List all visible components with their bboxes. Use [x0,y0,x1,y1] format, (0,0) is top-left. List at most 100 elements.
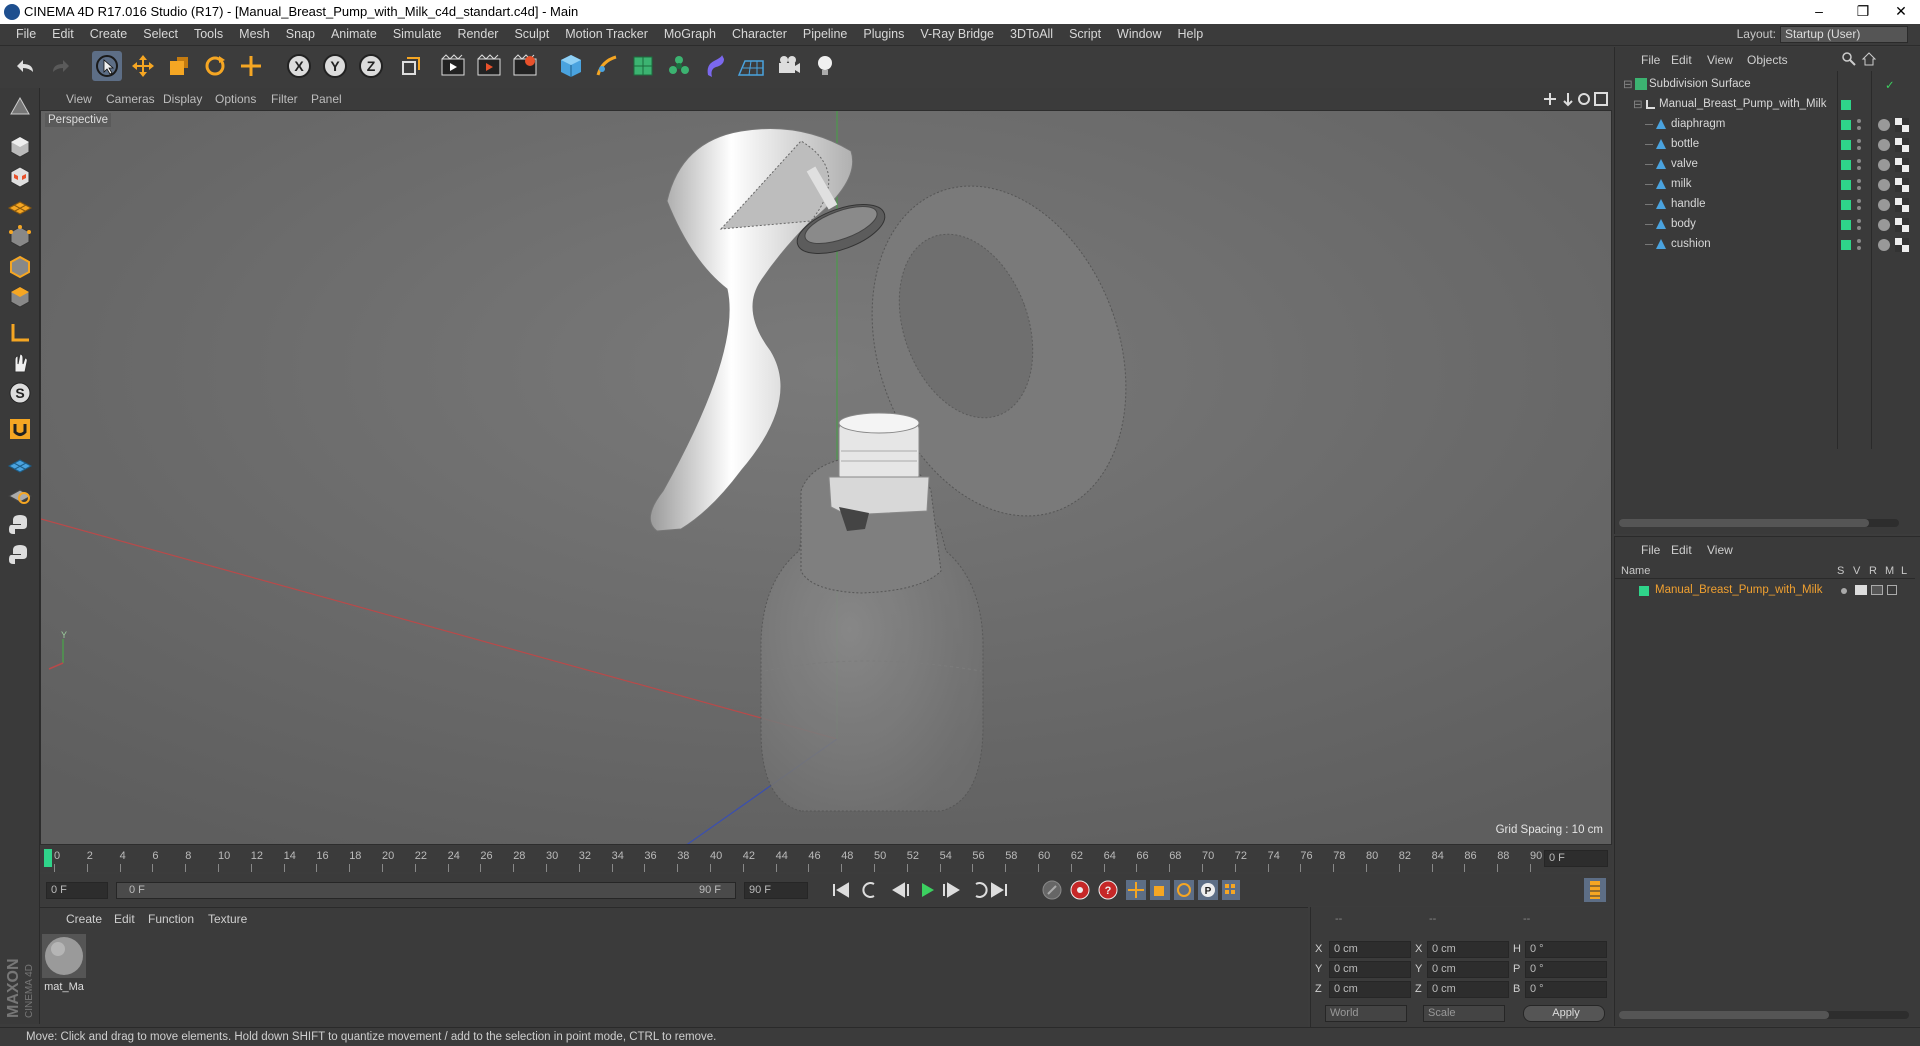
render-picture-viewer-icon[interactable] [474,51,504,81]
menu-help[interactable]: Help [1170,24,1212,41]
go-to-end-icon[interactable] [991,882,1007,898]
menu-snap[interactable]: Snap [278,24,323,41]
layer-color-icon[interactable] [1841,120,1851,130]
coord-world-dropdown[interactable]: World [1325,1005,1407,1022]
viewport-menu-options[interactable]: Options [215,92,256,106]
enabled-check-icon[interactable]: ✓ [1885,78,1895,92]
model-mode-icon[interactable] [5,132,35,162]
record-keyframe-icon[interactable] [1070,880,1090,900]
redo-icon[interactable] [46,51,76,81]
perspective-viewport[interactable]: Y Perspective Grid Spacing : 10 cm [40,110,1612,845]
menu-character[interactable]: Character [724,24,795,41]
current-frame-field[interactable]: 0 F [1544,850,1608,867]
coord-size-x-field[interactable]: 0 cm [1427,941,1509,958]
move-icon[interactable] [128,51,158,81]
layers-menu-view[interactable]: View [1707,543,1733,557]
texture-tag-icon[interactable] [1895,118,1909,135]
menu-mograph[interactable]: MoGraph [656,24,724,41]
next-key-icon[interactable] [975,882,988,898]
end-frame-field[interactable]: 90 F [744,882,808,899]
viewport-menu-cameras[interactable]: Cameras [106,92,155,106]
manager-toggle-icon[interactable] [1887,585,1897,595]
render-settings-icon[interactable] [510,51,540,81]
layer-color-icon[interactable] [1841,220,1851,230]
menu-3dtoall[interactable]: 3DToAll [1002,24,1061,41]
objects-menu-view[interactable]: View [1707,53,1733,67]
deformer-icon[interactable] [700,51,730,81]
render-visibility-dot[interactable] [1857,226,1861,230]
key-scale-icon[interactable] [1150,880,1170,900]
timeline-layout-icon[interactable] [1584,878,1606,902]
render-visibility-dot[interactable] [1857,246,1861,250]
search-icon[interactable] [1841,51,1857,70]
layers-horizontal-scrollbar[interactable] [1619,1011,1909,1019]
objects-horizontal-scrollbar[interactable] [1619,519,1899,527]
render-view-icon[interactable] [438,51,468,81]
autokey-icon[interactable]: ? [1098,880,1118,900]
layout-dropdown[interactable]: Startup (User) [1780,26,1908,43]
texture-tag-icon[interactable] [1895,218,1909,235]
render-visibility-dot[interactable] [1857,166,1861,170]
menu-mesh[interactable]: Mesh [231,24,278,41]
snap-icon[interactable]: S [5,378,35,408]
render-visibility-dot[interactable] [1857,186,1861,190]
python-icon[interactable] [5,510,35,540]
make-editable-icon[interactable] [5,92,35,122]
object-row-valve[interactable]: valve [1615,155,1915,175]
menu-pipeline[interactable]: Pipeline [795,24,855,41]
axis-x-icon[interactable]: X [284,51,314,81]
editor-visibility-dot[interactable] [1857,239,1861,243]
coord-rot-p-field[interactable]: 0 ° [1525,961,1607,978]
material-tag-icon[interactable] [1877,118,1891,135]
home-icon[interactable] [1861,51,1877,70]
playhead-marker[interactable] [44,849,52,867]
coord-scale-dropdown[interactable]: Scale [1423,1005,1505,1022]
menu-animate[interactable]: Animate [323,24,385,41]
coordinate-system-icon[interactable] [396,51,426,81]
material-tag-icon[interactable] [1877,218,1891,235]
menu-vray-bridge[interactable]: V-Ray Bridge [912,24,1002,41]
visibility-toggle-icon[interactable] [1855,585,1867,595]
tweak-mode-icon[interactable] [5,348,35,378]
render-visibility-dot[interactable] [1857,146,1861,150]
axis-y-icon[interactable]: Y [320,51,350,81]
points-mode-icon[interactable] [5,222,35,252]
cube-icon[interactable] [556,51,586,81]
texture-tag-icon[interactable] [1895,238,1909,255]
next-frame-icon[interactable] [943,882,960,898]
object-row-cushion[interactable]: cushion [1615,235,1915,255]
objects-menu-edit[interactable]: Edit [1671,53,1692,67]
menu-file[interactable]: File [8,24,44,41]
lock-workplane-icon[interactable] [5,450,35,480]
editor-visibility-dot[interactable] [1857,159,1861,163]
coord-pos-z-field[interactable]: 0 cm [1329,981,1411,998]
timeline-ruler[interactable]: 0 2 4 6 8 10 12 14 16 18 20 22 24 26 28 30 32 34 36 38 40 42 4… [40,846,1612,872]
previous-frame-icon[interactable] [892,882,909,898]
object-row-diaphragm[interactable]: diaphragm [1615,115,1915,135]
coord-pos-x-field[interactable]: 0 cm [1329,941,1411,958]
floor-icon[interactable] [736,51,766,81]
editor-visibility-dot[interactable] [1857,199,1861,203]
light-icon[interactable] [810,51,840,81]
minimize-button[interactable]: – [1796,0,1842,24]
objects-menu-file[interactable]: File [1641,53,1660,67]
coord-rot-b-field[interactable]: 0 ° [1525,981,1607,998]
object-row-handle[interactable]: handle [1615,195,1915,215]
coord-size-z-field[interactable]: 0 cm [1427,981,1509,998]
axis-mode-icon[interactable] [5,318,35,348]
magnet-icon[interactable] [5,414,35,444]
cloner-icon[interactable] [664,51,694,81]
menu-script[interactable]: Script [1061,24,1109,41]
material-swatch[interactable]: mat_Ma [42,934,86,993]
texture-tag-icon[interactable] [1895,178,1909,195]
menu-render[interactable]: Render [449,24,506,41]
scale-icon[interactable] [164,51,194,81]
polygons-mode-icon[interactable] [5,282,35,312]
previous-key-icon[interactable] [862,882,875,898]
menu-simulate[interactable]: Simulate [385,24,450,41]
play-icon[interactable] [922,883,934,897]
layers-menu-edit[interactable]: Edit [1671,543,1692,557]
camera-icon[interactable] [774,51,804,81]
edges-mode-icon[interactable] [5,252,35,282]
material-tag-icon[interactable] [1877,138,1891,155]
